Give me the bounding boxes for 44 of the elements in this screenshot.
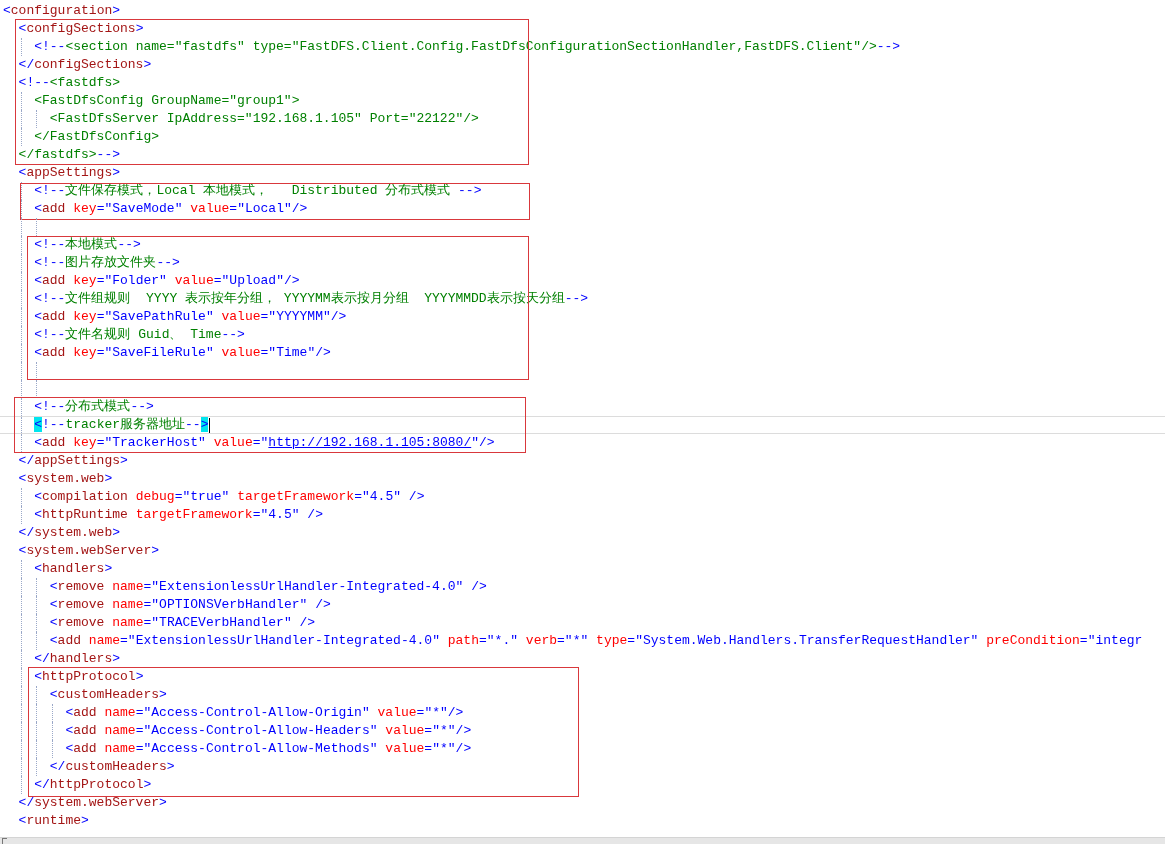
code-line: </system.web> [18, 524, 121, 542]
code-line: <add name="Access-Control-Allow-Methods" value="*"/> [65, 740, 472, 758]
code-line: <!--文件名规则 Guid、 Time--> [34, 326, 245, 344]
code-line: <!--分布式模式--> [34, 398, 154, 416]
code-line: <!--本地模式--> [34, 236, 141, 254]
code-line: </handlers> [34, 650, 121, 668]
horizontal-scrollbar[interactable] [0, 837, 1165, 844]
code-line: <configSections> [18, 20, 144, 38]
code-line: <!--tracker服务器地址--> [34, 416, 209, 434]
code-line: <system.web> [18, 470, 113, 488]
code-line: <add key="Folder" value="Upload"/> [34, 272, 300, 290]
code-line: <remove name="TRACEVerbHandler" /> [49, 614, 316, 632]
code-line: <add key="SaveFileRule" value="Time"/> [34, 344, 331, 362]
code-line: <remove name="OPTIONSVerbHandler" /> [49, 596, 331, 614]
code-line: <add key="SaveMode" value="Local"/> [34, 200, 308, 218]
code-line: <!--图片存放文件夹--> [34, 254, 180, 272]
code-line: </httpProtocol> [34, 776, 152, 794]
code-line: <!--文件保存模式，Local 本地模式， Distributed 分布式模式 --> [34, 182, 482, 200]
code-line: <add name="Access-Control-Allow-Origin" value="*"/> [65, 704, 464, 722]
code-line: </FastDfsConfig> [34, 128, 160, 146]
code-line: </configSections> [18, 56, 152, 74]
code-line: <httpRuntime targetFramework="4.5" /> [34, 506, 323, 524]
code-line: <!--<fastdfs> [18, 74, 121, 92]
code-line: <remove name="ExtensionlessUrlHandler-Integrated-4.0" /> [49, 578, 487, 596]
scroll-left-icon[interactable] [2, 838, 7, 844]
code-line: <add name="Access-Control-Allow-Headers" value="*"/> [65, 722, 472, 740]
code-line: </fastdfs>--> [18, 146, 120, 164]
code-line: <FastDfsServer IpAddress="192.168.1.105" Port="22122"/> [49, 110, 479, 128]
code-line: </appSettings> [18, 452, 128, 470]
code-line: <FastDfsConfig GroupName="group1"> [34, 92, 300, 110]
code-line: <httpProtocol> [34, 668, 144, 686]
code-line: </customHeaders> [49, 758, 175, 776]
code-line: <runtime> [18, 812, 89, 830]
code-line: <appSettings> [18, 164, 121, 182]
code-line: <configuration> [3, 2, 121, 20]
code-line: <compilation debug="true" targetFramework="4.5" /> [34, 488, 425, 506]
text-cursor [209, 417, 211, 433]
code-line: <system.webServer> [18, 542, 160, 560]
code-line: <customHeaders> [49, 686, 167, 704]
code-line: <add key="SavePathRule" value="YYYYMM"/> [34, 308, 347, 326]
code-line: <add name="ExtensionlessUrlHandler-Integrated-4.0" path="*." verb="*" type="System.Web.Handlers.TransferRequestHandler" preCondition="integr [49, 632, 1143, 650]
code-line: <add key="TrackerHost" value="http://192.168.1.105:8080/"/> [34, 434, 495, 452]
code-line: <handlers> [34, 560, 113, 578]
code-line: </system.webServer> [18, 794, 167, 812]
